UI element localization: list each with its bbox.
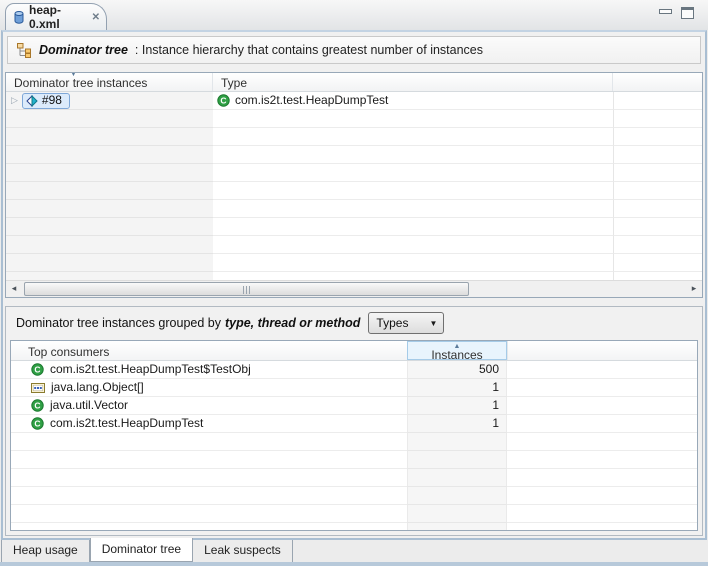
instance-count: 1: [407, 379, 507, 397]
group-by-dropdown[interactable]: Types ▼: [368, 312, 444, 334]
svg-text:C: C: [34, 400, 40, 410]
editor-tab-bar: heap-0.xml ✕: [0, 0, 708, 30]
svg-text:C: C: [220, 95, 226, 105]
column-header-empty: [613, 73, 702, 91]
column-header-label: Dominator tree instances: [14, 76, 147, 90]
empty-row: [11, 433, 697, 451]
dominator-tree-table: ▼ Dominator tree instances Type ▷: [5, 72, 703, 298]
consumer-name: java.lang.Object[]: [51, 379, 144, 396]
column-header-dominator-tree-instances[interactable]: ▼ Dominator tree instances: [6, 73, 213, 91]
instance-icon: [26, 95, 38, 107]
column-header-type[interactable]: Type: [213, 73, 613, 91]
empty-row: [11, 469, 697, 487]
banner-title: Dominator tree: [39, 43, 128, 57]
close-icon[interactable]: ✕: [92, 12, 100, 23]
array-icon: [31, 382, 45, 394]
consumer-row[interactable]: C com.is2t.test.HeapDumpTest 1: [11, 415, 697, 433]
maximize-icon[interactable]: [681, 7, 694, 19]
group-by-emphasis: type, thread or method: [225, 316, 360, 330]
scroll-left-icon[interactable]: ◂: [6, 281, 22, 297]
heap-file-icon: [14, 11, 24, 24]
instance-count: 1: [407, 397, 507, 415]
column-header-label: Top consumers: [28, 345, 109, 359]
expand-arrow-icon[interactable]: ▷: [11, 92, 18, 109]
empty-row: [6, 272, 702, 280]
horizontal-scrollbar[interactable]: ◂ ▸: [6, 280, 702, 297]
tab-leak-suspects[interactable]: Leak suspects: [193, 540, 293, 562]
dropdown-value: Types: [376, 316, 408, 330]
empty-row: [6, 146, 702, 164]
empty-row: [6, 128, 702, 146]
instance-count: 500: [407, 361, 507, 379]
class-icon: C: [31, 363, 44, 376]
instance-label: #98: [42, 92, 62, 109]
empty-row: [6, 164, 702, 182]
dominator-table-header: ▼ Dominator tree instances Type: [6, 73, 702, 92]
bottom-tab-bar: Heap usage Dominator tree Leak suspects: [1, 540, 707, 562]
group-by-label: Dominator tree instances grouped by: [16, 316, 221, 330]
empty-row: [6, 218, 702, 236]
column-header-instances[interactable]: ▲ Instances: [407, 341, 507, 360]
empty-row: [6, 182, 702, 200]
view-content: Dominator tree : Instance hierarchy that…: [1, 30, 707, 540]
consumer-row[interactable]: C com.is2t.test.HeapDumpTest$TestObj 500: [11, 361, 697, 379]
consumer-row[interactable]: java.lang.Object[] 1: [11, 379, 697, 397]
column-header-label: Instances: [431, 350, 482, 361]
grouped-instances-panel: Dominator tree instances grouped by type…: [5, 306, 703, 536]
consumer-name: com.is2t.test.HeapDumpTest: [50, 415, 203, 432]
dropdown-arrow-icon: ▼: [430, 319, 438, 328]
class-icon: C: [217, 94, 230, 107]
svg-text:C: C: [34, 364, 40, 374]
empty-row: [6, 254, 702, 272]
empty-row: [6, 200, 702, 218]
svg-text:C: C: [34, 418, 40, 428]
empty-row: [11, 487, 697, 505]
column-header-top-consumers[interactable]: Top consumers: [11, 341, 407, 360]
dominator-tree-icon: [16, 42, 32, 58]
instance-count: 1: [407, 415, 507, 433]
minimize-icon[interactable]: [659, 9, 672, 14]
consumer-row[interactable]: C java.util.Vector 1: [11, 397, 697, 415]
scroll-right-icon[interactable]: ▸: [686, 281, 702, 297]
class-icon: C: [31, 417, 44, 430]
scrollbar-thumb[interactable]: [24, 282, 469, 296]
sort-descending-icon: ▼: [70, 72, 77, 78]
consumers-table-header: Top consumers ▲ Instances: [11, 341, 697, 361]
tab-heap-usage[interactable]: Heap usage: [1, 540, 90, 562]
tab-heap-0-xml[interactable]: heap-0.xml ✕: [5, 3, 107, 30]
tree-row-98[interactable]: ▷ #98: [6, 92, 702, 110]
consumer-name: java.util.Vector: [50, 397, 128, 414]
type-label: com.is2t.test.HeapDumpTest: [235, 92, 388, 109]
window-bottom-edge: [0, 562, 708, 566]
banner-description: : Instance hierarchy that contains great…: [135, 43, 483, 57]
tab-title: heap-0.xml: [29, 3, 85, 31]
tab-dominator-tree[interactable]: Dominator tree: [90, 538, 193, 562]
selected-instance-cell[interactable]: #98: [22, 93, 70, 109]
empty-row: [11, 451, 697, 469]
view-controls: [659, 7, 694, 19]
group-by-bar: Dominator tree instances grouped by type…: [6, 307, 702, 339]
view-banner: Dominator tree : Instance hierarchy that…: [7, 36, 701, 64]
column-header-empty: [507, 341, 697, 360]
editor-window: heap-0.xml ✕ Dominator tree : Instance h…: [0, 0, 708, 566]
empty-row: [6, 236, 702, 254]
dominator-table-body: ▷ #98: [6, 92, 702, 280]
column-header-label: Type: [221, 76, 247, 90]
consumer-name: com.is2t.test.HeapDumpTest$TestObj: [50, 361, 251, 378]
top-consumers-table: Top consumers ▲ Instances C com.is2t.tes…: [10, 340, 698, 531]
empty-row: [6, 110, 702, 128]
empty-row: [11, 505, 697, 523]
empty-row: [11, 523, 697, 531]
class-icon: C: [31, 399, 44, 412]
